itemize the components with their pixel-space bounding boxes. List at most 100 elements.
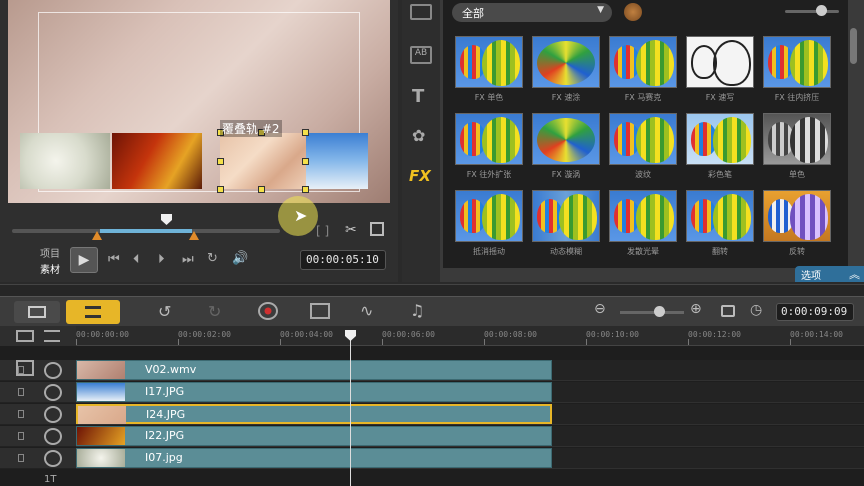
chevron-up-icon: ︽	[849, 268, 860, 281]
chapter-list-icon[interactable]	[44, 330, 60, 342]
resize-handle[interactable]	[302, 129, 309, 136]
timeline-clip[interactable]: I22.JPG	[76, 426, 552, 446]
graphic-icon[interactable]: ✿	[412, 126, 425, 145]
clip-thumbnail	[77, 449, 125, 467]
ruler-tick-label: 00:00:08:00	[484, 330, 537, 339]
filter-thumbnail[interactable]	[532, 190, 600, 242]
timeline-clip[interactable]: V02.wmv	[76, 360, 552, 380]
timeline-view-button[interactable]	[66, 300, 120, 324]
transition-icon[interactable]: AB	[410, 46, 432, 64]
play-button[interactable]: ▶	[70, 247, 98, 273]
audio-wave-icon[interactable]: ∿	[360, 301, 373, 320]
zoom-slider[interactable]	[620, 311, 684, 314]
video-track-icon[interactable]	[16, 360, 34, 376]
filter-thumbnail[interactable]	[455, 190, 523, 242]
balloon-graphic	[636, 40, 674, 86]
filter-thumbnail[interactable]	[686, 36, 754, 88]
filter-thumbnail[interactable]	[763, 36, 831, 88]
repeat-icon[interactable]: ↻	[207, 251, 218, 266]
trim-end-marker[interactable]	[189, 231, 199, 240]
resize-handle[interactable]	[217, 186, 224, 193]
timeline-playhead[interactable]	[350, 330, 351, 486]
filter-label: FX 漩涡	[551, 170, 581, 179]
fit-project-icon[interactable]	[721, 305, 735, 317]
film-reel-icon[interactable]	[44, 450, 62, 467]
thumbnail-size-slider[interactable]	[785, 10, 839, 13]
go-to-start-icon[interactable]: ⏮	[108, 252, 120, 267]
auto-music-icon[interactable]: ♫	[410, 301, 424, 320]
expand-preview-icon[interactable]	[370, 222, 384, 236]
mode-project-label[interactable]: 项目	[40, 245, 60, 260]
timeline-timecode[interactable]: 0:00:09:09	[776, 303, 854, 321]
slider-knob[interactable]	[816, 5, 827, 16]
fx-icon[interactable]: FX	[409, 167, 431, 185]
lock-icon[interactable]	[18, 432, 24, 440]
track-header[interactable]	[0, 426, 76, 447]
resize-handle[interactable]	[302, 186, 309, 193]
mode-clip-label[interactable]: 素材	[40, 261, 60, 276]
zoom-out-icon[interactable]: ⊖	[594, 301, 606, 317]
track-header[interactable]	[0, 360, 76, 381]
trim-start-marker[interactable]	[92, 231, 102, 240]
film-reel-icon[interactable]	[44, 362, 62, 379]
mark-in-icon[interactable]: [ ]	[316, 224, 329, 238]
filter-label: 波纹	[635, 170, 651, 179]
previous-frame-icon[interactable]: ⏴	[133, 252, 140, 267]
timeline-clip[interactable]: I24.JPG	[76, 404, 552, 424]
track-manager-icon[interactable]	[16, 330, 34, 342]
zoom-slider-knob[interactable]	[654, 306, 665, 317]
filter-thumbnail[interactable]	[455, 36, 523, 88]
resize-handle[interactable]	[217, 158, 224, 165]
overlay-thumb-silk[interactable]	[220, 133, 306, 189]
record-capture-icon[interactable]	[258, 302, 278, 320]
lock-icon[interactable]	[18, 388, 24, 396]
redo-icon[interactable]: ↻	[208, 302, 221, 321]
lock-icon[interactable]	[18, 410, 24, 418]
panel-divider[interactable]	[0, 284, 864, 296]
filter-thumbnail[interactable]	[532, 113, 600, 165]
mixer-icon[interactable]	[310, 303, 330, 319]
track-header[interactable]	[0, 382, 76, 403]
volume-icon[interactable]: 🔊	[232, 251, 248, 266]
ruler-tick	[688, 339, 689, 345]
balloon-graphic	[713, 117, 751, 163]
preview-timecode[interactable]: 00:00:05:10	[300, 250, 386, 270]
title-track-label: 1T	[44, 474, 57, 485]
track-header[interactable]	[0, 448, 76, 469]
library-options-icon[interactable]	[624, 3, 642, 21]
film-strip-icon	[28, 306, 46, 318]
filter-thumbnail[interactable]	[609, 36, 677, 88]
timeline-clip[interactable]: I17.JPG	[76, 382, 552, 402]
filter-thumbnail[interactable]	[686, 190, 754, 242]
undo-icon[interactable]: ↺	[158, 302, 171, 321]
timeline-ruler[interactable]: 00:00:00:00 00:00:02:00 00:00:04:00 00:00:0…	[76, 326, 864, 346]
filter-thumbnail[interactable]	[609, 190, 677, 242]
title-icon[interactable]: T	[412, 86, 424, 107]
cut-icon[interactable]: ✂	[345, 222, 357, 238]
film-reel-icon[interactable]	[44, 384, 62, 401]
filter-thumbnail[interactable]	[455, 113, 523, 165]
options-tab[interactable]: 选项 ︽	[795, 266, 864, 282]
storyboard-view-button[interactable]	[14, 301, 60, 323]
category-dropdown[interactable]: 全部 ▼	[452, 3, 612, 22]
filter-label: FX 马赛克	[624, 93, 662, 102]
film-reel-icon[interactable]	[44, 406, 62, 423]
go-to-end-icon[interactable]: ⏭	[182, 252, 194, 267]
resize-handle[interactable]	[258, 186, 265, 193]
filter-thumbnail[interactable]	[763, 190, 831, 242]
filter-thumbnail[interactable]	[763, 113, 831, 165]
resize-handle[interactable]	[302, 158, 309, 165]
track-header[interactable]	[0, 404, 76, 425]
lock-icon[interactable]	[18, 454, 24, 462]
filter-thumbnail[interactable]	[686, 113, 754, 165]
filter-thumbnail[interactable]	[609, 113, 677, 165]
film-reel-icon[interactable]	[44, 428, 62, 445]
timeline-clip[interactable]: I07.jpg	[76, 448, 552, 468]
filter-thumbnail[interactable]	[532, 36, 600, 88]
next-frame-icon[interactable]: ⏵	[158, 252, 165, 267]
zoom-in-icon[interactable]: ⊕	[690, 301, 702, 317]
library-scrollbar[interactable]	[850, 28, 857, 64]
preview-screen[interactable]	[8, 0, 390, 203]
ruler-tick-label: 00:00:02:00	[178, 330, 231, 339]
media-icon[interactable]	[410, 4, 432, 20]
